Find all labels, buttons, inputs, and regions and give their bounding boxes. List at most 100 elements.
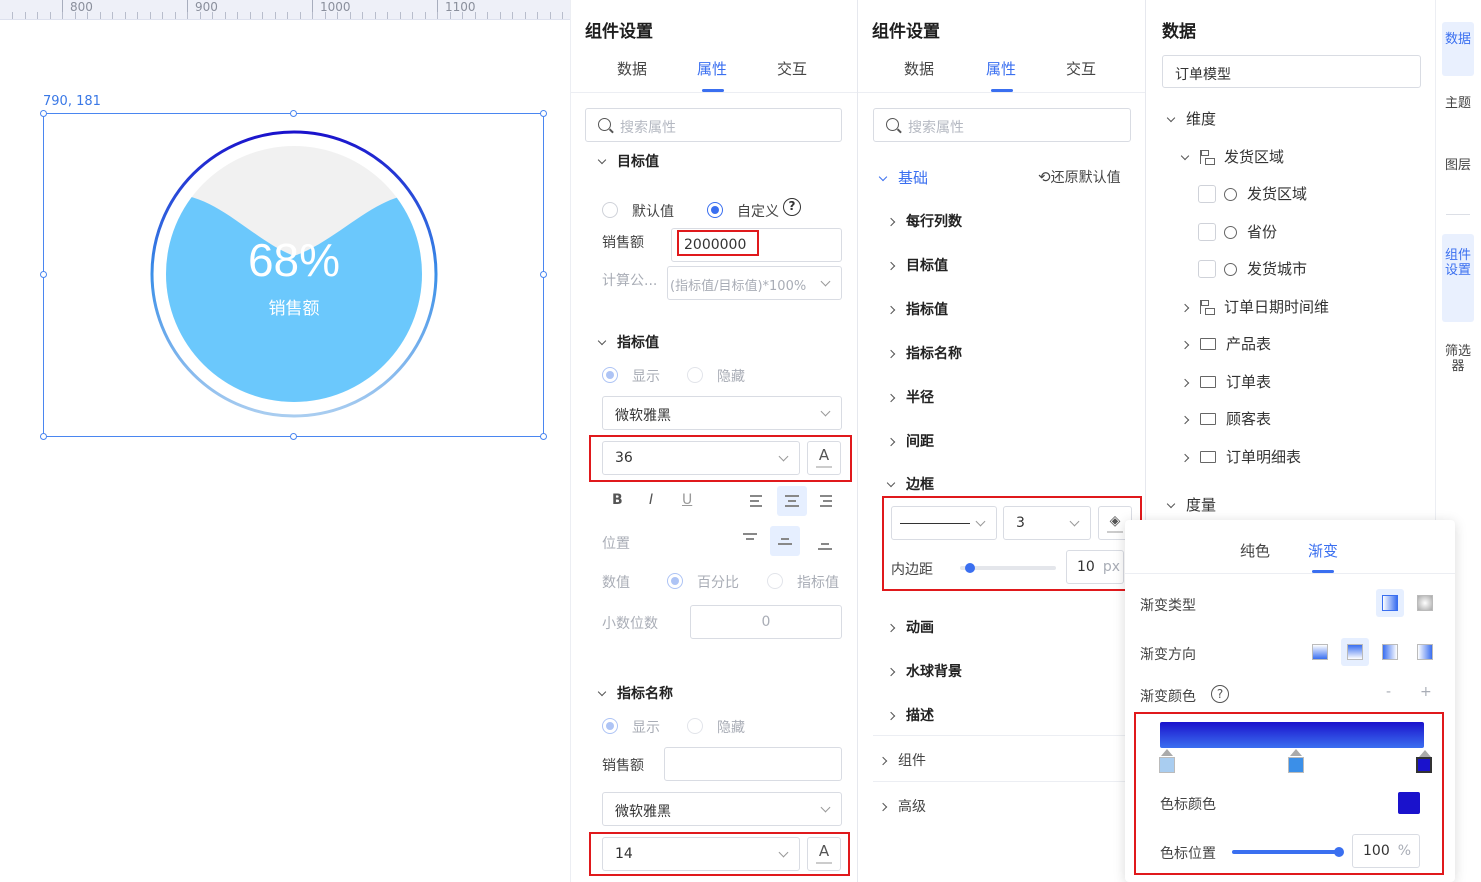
direction-up-option[interactable] [1306, 638, 1334, 666]
ruler-tick [550, 12, 551, 19]
group-advanced[interactable]: 高级 [878, 796, 926, 816]
direction-down-option[interactable] [1341, 638, 1369, 666]
name-input[interactable] [664, 747, 842, 781]
help-icon[interactable]: ? [1211, 685, 1229, 703]
section-item[interactable]: 每行列数 [886, 211, 962, 231]
font-family-select[interactable]: 微软雅黑 [602, 396, 842, 430]
reset-default-button[interactable]: ⟲还原默认值 [1038, 167, 1121, 187]
section-item[interactable]: 间距 [886, 431, 934, 451]
resize-handle[interactable] [540, 271, 547, 278]
decimal-input[interactable]: 0 [690, 605, 842, 639]
direction-left-option[interactable] [1376, 638, 1404, 666]
section-border[interactable]: 边框 [886, 474, 934, 494]
direction-right-option[interactable] [1411, 638, 1439, 666]
tree-measure[interactable]: 度量 [1166, 494, 1216, 515]
tree-item[interactable]: 订单明细表 [1180, 446, 1301, 467]
font-family-select[interactable]: 微软雅黑 [602, 792, 842, 826]
rail-filter[interactable]: 筛选器 [1442, 336, 1474, 396]
resize-handle[interactable] [540, 110, 547, 117]
radio-show[interactable] [602, 718, 618, 734]
tree-item[interactable]: 省份 [1198, 221, 1277, 242]
section-item[interactable]: 半径 [886, 387, 934, 407]
valign-top-button[interactable] [735, 526, 765, 556]
section-indicator-value[interactable]: 指标值 [597, 332, 659, 352]
tree-item[interactable]: 订单表 [1180, 371, 1271, 392]
checkbox[interactable] [1198, 260, 1216, 278]
align-left-button[interactable] [742, 486, 772, 516]
tab-properties[interactable]: 属性 [986, 58, 1016, 79]
radial-gradient-option[interactable] [1411, 589, 1439, 617]
model-select[interactable]: 订单模型 [1162, 55, 1421, 88]
align-center-button[interactable] [777, 486, 807, 516]
section-item[interactable]: 指标值 [886, 299, 948, 319]
checkbox[interactable] [1198, 185, 1216, 203]
horizontal-ruler: 800 900 1000 1100 [0, 0, 570, 20]
tab-data[interactable]: 数据 [617, 58, 647, 79]
chevron-right-icon [886, 437, 896, 447]
radio-indicator[interactable] [767, 573, 783, 589]
tree-dimension[interactable]: 维度 [1166, 108, 1216, 129]
rail-component-settings[interactable]: 组件设置 [1442, 234, 1474, 322]
section-indicator-name[interactable]: 指标名称 [597, 683, 673, 703]
section-item[interactable]: 目标值 [886, 255, 948, 275]
section-item[interactable]: 指标名称 [886, 343, 962, 363]
tree-item[interactable]: 订单日期时间维 [1180, 296, 1329, 317]
panel-title: 组件设置 [585, 22, 653, 42]
tree-item[interactable]: 发货区域 [1198, 183, 1307, 204]
chevron-right-icon [1180, 415, 1190, 425]
group-component[interactable]: 组件 [878, 750, 926, 770]
radio-hide[interactable] [687, 367, 703, 383]
tab-data[interactable]: 数据 [904, 58, 934, 79]
tab-properties[interactable]: 属性 [697, 58, 727, 79]
chevron-right-icon [886, 667, 896, 677]
section-item[interactable]: 水球背景 [886, 661, 962, 681]
align-right-button[interactable] [812, 486, 842, 516]
resize-handle[interactable] [40, 110, 47, 117]
linear-gradient-option[interactable] [1376, 589, 1404, 617]
remove-stop-button[interactable]: - [1386, 684, 1391, 700]
search-input[interactable]: 搜索属性 [873, 108, 1131, 142]
rail-data[interactable]: 数据 [1442, 22, 1474, 76]
help-icon[interactable]: ? [783, 198, 801, 216]
radio-custom[interactable] [707, 202, 723, 218]
tab-solid[interactable]: 纯色 [1240, 540, 1270, 561]
valign-bottom-button[interactable] [810, 526, 840, 556]
ruler-tick [250, 12, 251, 19]
radio-default[interactable] [602, 202, 618, 218]
gradient-type-label: 渐变类型 [1140, 598, 1196, 614]
radio-hide[interactable] [687, 718, 703, 734]
section-basic[interactable]: 基础 [878, 167, 928, 188]
formula-select[interactable]: (指标值/目标值)*100% [667, 266, 842, 300]
radio-custom-label: 自定义 [737, 204, 779, 220]
tree-item[interactable]: 产品表 [1180, 333, 1271, 354]
tab-interaction[interactable]: 交互 [1066, 58, 1096, 79]
search-input[interactable]: 搜索属性 [585, 108, 842, 142]
tree-item[interactable]: 顾客表 [1180, 408, 1271, 429]
bold-button[interactable]: B [612, 492, 623, 508]
tab-gradient[interactable]: 渐变 [1308, 540, 1338, 561]
tab-interaction[interactable]: 交互 [777, 58, 807, 79]
tree-item[interactable]: 发货城市 [1198, 258, 1307, 279]
ruler-tick [487, 12, 488, 19]
resize-handle[interactable] [540, 433, 547, 440]
radio-show[interactable] [602, 367, 618, 383]
ruler-tick [412, 12, 413, 19]
resize-handle[interactable] [40, 433, 47, 440]
resize-handle[interactable] [290, 433, 297, 440]
checkbox[interactable] [1198, 223, 1216, 241]
section-target-value[interactable]: 目标值 [597, 151, 659, 171]
add-stop-button[interactable]: + [1420, 684, 1432, 700]
section-item[interactable]: 动画 [886, 617, 934, 637]
radio-percent[interactable] [667, 573, 683, 589]
resize-handle[interactable] [290, 110, 297, 117]
ruler-tick [75, 12, 76, 19]
tree-item[interactable]: 发货区域 [1180, 146, 1284, 167]
rail-theme[interactable]: 主题 [1442, 88, 1474, 134]
section-item[interactable]: 描述 [886, 705, 934, 725]
underline-button[interactable]: U [682, 492, 692, 508]
valign-middle-button[interactable] [770, 526, 800, 556]
resize-handle[interactable] [40, 271, 47, 278]
italic-button[interactable]: I [649, 492, 653, 508]
rail-layers[interactable]: 图层 [1442, 150, 1474, 196]
radio-indicator-label: 指标值 [797, 575, 839, 591]
